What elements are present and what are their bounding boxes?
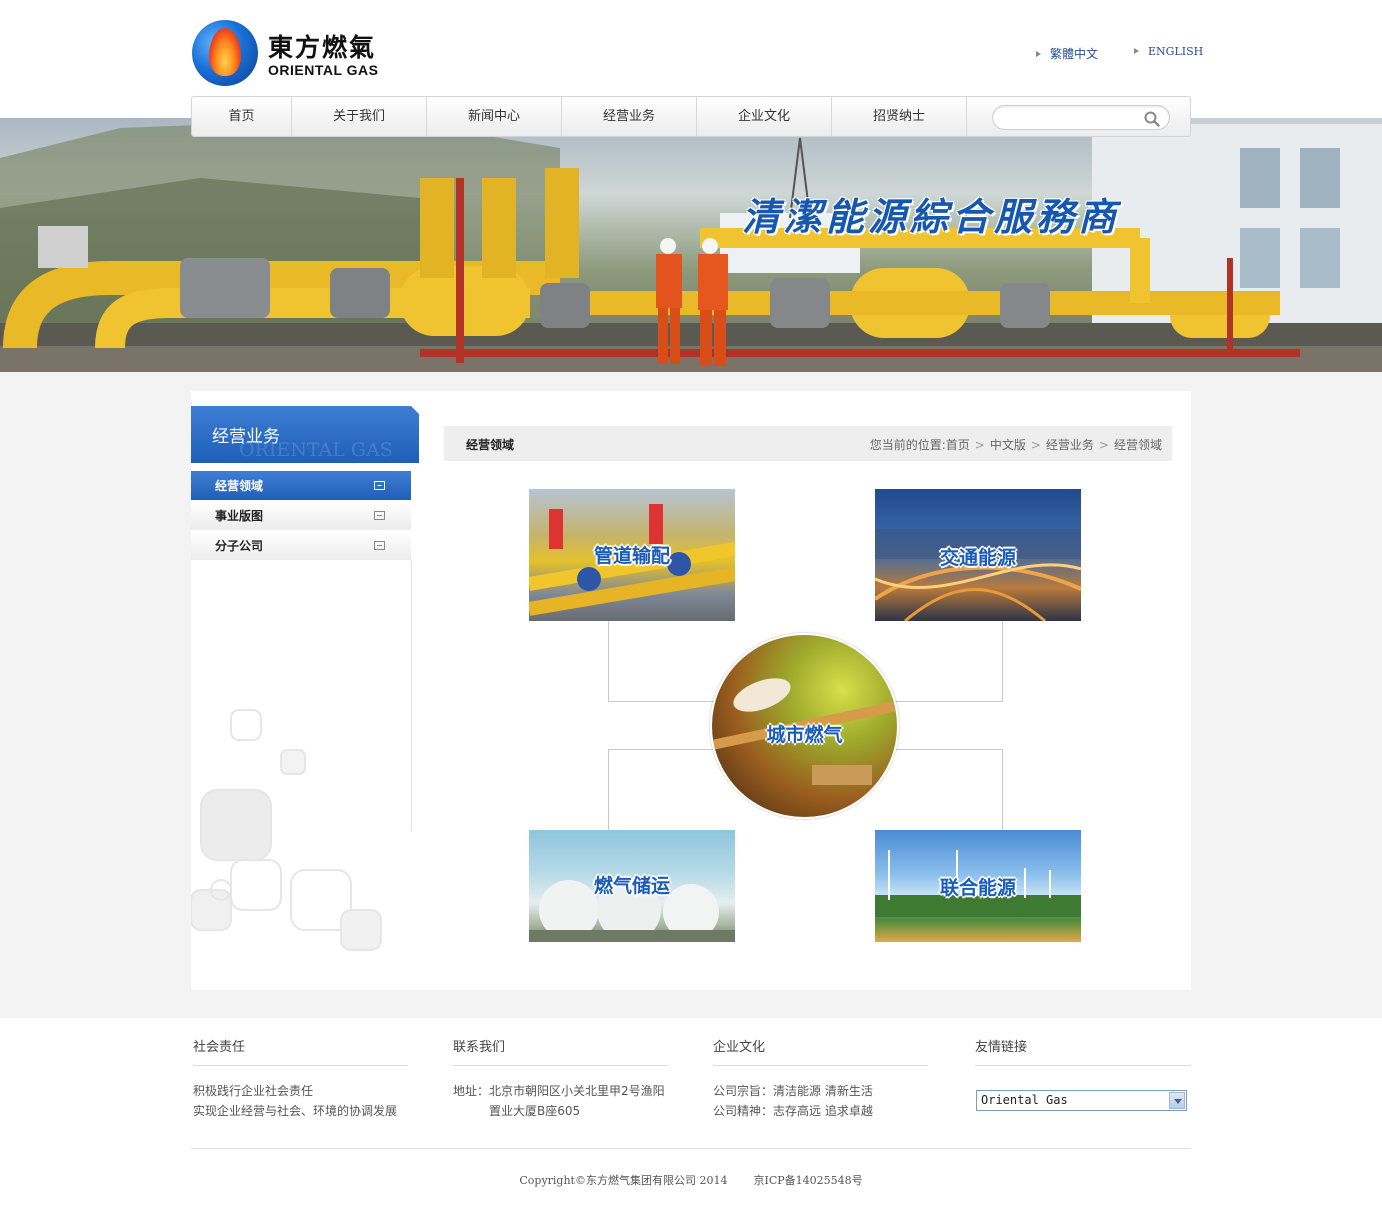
tile-pipeline[interactable]: 管道输配 <box>529 489 735 621</box>
connector-line <box>893 749 1003 750</box>
sidebar-item-business-areas[interactable]: 经营领域 <box>191 471 411 501</box>
footer-contact-title: 联系我们 <box>453 1040 506 1055</box>
nav-item-home[interactable]: 首页 <box>192 97 292 136</box>
arrow-right-icon <box>374 541 385 550</box>
connector-line <box>608 749 609 830</box>
tile-label: 城市燃气 <box>766 724 843 746</box>
breadcrumb-chinese[interactable]: 中文版 <box>990 438 1026 452</box>
sidebar-decoration <box>191 709 382 951</box>
search-box <box>992 105 1170 130</box>
arrow-right-icon <box>374 511 385 520</box>
nav-item-news[interactable]: 新闻中心 <box>427 97 562 136</box>
logo-chinese-text: 東方燃氣 <box>268 33 377 62</box>
connector-line <box>1002 621 1003 702</box>
footer-culture-line: 公司宗旨：清洁能源 清新生活 <box>713 1084 873 1098</box>
banner-slogan: 清潔能源綜合服務商 <box>742 194 1121 239</box>
tile-label: 管道输配 <box>593 545 670 567</box>
breadcrumb-business[interactable]: 经营业务 <box>1046 438 1094 452</box>
sidebar-item-label: 分子公司 <box>215 539 264 553</box>
chevron-right-icon: > <box>1098 438 1109 452</box>
icp-link[interactable]: 京ICP备14025548号 <box>753 1174 862 1187</box>
footer-social: 社会责任 积极践行企业社会责任 实现企业经营与社会、环境的协调发展 <box>193 1036 408 1118</box>
chevron-right-icon: > <box>974 438 985 452</box>
sidebar-title: ORIENTAL GAS 经营业务 <box>191 406 419 463</box>
chevron-right-icon: > <box>1030 438 1041 452</box>
footer-address-line: 置业大厦B座605 <box>489 1104 581 1118</box>
triangle-bullet-icon <box>1134 48 1139 54</box>
connector-line <box>608 749 718 750</box>
search-input[interactable] <box>1003 109 1133 126</box>
nav-item-business[interactable]: 经营业务 <box>562 97 697 136</box>
footer-address-label: 地址： <box>453 1084 490 1098</box>
logo-english-text: ORIENTAL GAS <box>268 62 379 78</box>
breadcrumb-prefix: 您当前的位置: <box>869 438 946 452</box>
nav-item-careers[interactable]: 招贤纳士 <box>832 97 967 136</box>
triangle-bullet-icon <box>1036 51 1041 57</box>
content-title: 经营领域 <box>466 438 515 452</box>
copyright-text: Copyright©东方燃气集团有限公司 2014 <box>519 1174 728 1187</box>
copyright: Copyright©东方燃气集团有限公司 2014 京ICP备14025548号 <box>0 1172 1382 1188</box>
friend-links-selected: Oriental Gas <box>981 1093 1068 1107</box>
footer-culture-line: 公司精神：志存高远 追求卓越 <box>713 1104 873 1118</box>
footer-links-title: 友情链接 <box>975 1040 1028 1055</box>
sidebar-item-subsidiaries[interactable]: 分子公司 <box>191 531 411 561</box>
footer-social-line: 实现企业经营与社会、环境的协调发展 <box>193 1104 398 1118</box>
tile-label: 交通能源 <box>939 547 1016 569</box>
search-icon[interactable] <box>1144 111 1160 127</box>
connector-line <box>608 701 716 702</box>
footer-contact: 联系我们 地址： 北京市朝阳区小关北里甲2号渔阳 置业大厦B座605 <box>453 1036 668 1118</box>
footer-culture-title: 企业文化 <box>713 1040 766 1055</box>
sidebar-item-business-map[interactable]: 事业版图 <box>191 501 411 531</box>
tile-city-gas[interactable]: 城市燃气 <box>710 633 899 819</box>
footer-address-line: 北京市朝阳区小关北里甲2号渔阳 <box>489 1084 665 1098</box>
breadcrumb-current: 经营领域 <box>1113 438 1162 452</box>
footer-social-title: 社会责任 <box>193 1040 246 1055</box>
sidebar-title-cn: 经营业务 <box>212 427 280 447</box>
tile-combined[interactable]: 联合能源 <box>875 830 1081 942</box>
tile-label: 燃气储运 <box>593 875 670 897</box>
tile-transport[interactable]: 交通能源 <box>875 489 1081 621</box>
site-logo[interactable]: 東方燃氣 ORIENTAL GAS <box>192 20 392 86</box>
breadcrumb-home[interactable]: 首页 <box>946 438 970 452</box>
nav-item-about[interactable]: 关于我们 <box>292 97 427 136</box>
connector-line <box>895 701 1003 702</box>
connector-line <box>1002 749 1003 830</box>
friend-links-select[interactable]: Oriental Gas <box>976 1090 1187 1111</box>
connector-line <box>608 621 609 702</box>
breadcrumb: 您当前的位置:首页 > 中文版 > 经营业务 > 经营领域 <box>870 436 1162 453</box>
footer-divider <box>191 1148 1191 1149</box>
content-header-bar: 经营领域 您当前的位置:首页 > 中文版 > 经营业务 > 经营领域 <box>444 426 1172 461</box>
footer-social-line: 积极践行企业社会责任 <box>193 1084 314 1098</box>
arrow-right-icon <box>374 481 385 490</box>
footer-culture: 企业文化 公司宗旨：清洁能源 清新生活 公司精神：志存高远 追求卓越 <box>713 1036 928 1118</box>
hero-banner: 清潔能源綜合服務商 <box>0 118 1382 372</box>
flame-logo-icon <box>192 20 258 86</box>
main-nav: 首页 关于我们 新闻中心 经营业务 企业文化 招贤纳士 <box>191 96 1191 137</box>
lang-traditional-link[interactable]: 繁體中文 <box>1036 45 1098 62</box>
lang-english-link[interactable]: ENGLISH <box>1134 45 1203 58</box>
tile-label: 联合能源 <box>939 877 1016 899</box>
lang-traditional-label: 繁體中文 <box>1050 47 1099 61</box>
footer-links: 友情链接 <box>975 1036 1191 1066</box>
nav-item-culture[interactable]: 企业文化 <box>697 97 832 136</box>
gas-station-illustration <box>0 118 1382 372</box>
sidebar-item-label: 事业版图 <box>215 509 264 523</box>
chevron-down-icon[interactable] <box>1169 1092 1185 1109</box>
lang-english-label: ENGLISH <box>1148 45 1204 58</box>
sidebar-item-label: 经营领域 <box>215 479 264 493</box>
tile-storage[interactable]: 燃气储运 <box>529 830 735 942</box>
